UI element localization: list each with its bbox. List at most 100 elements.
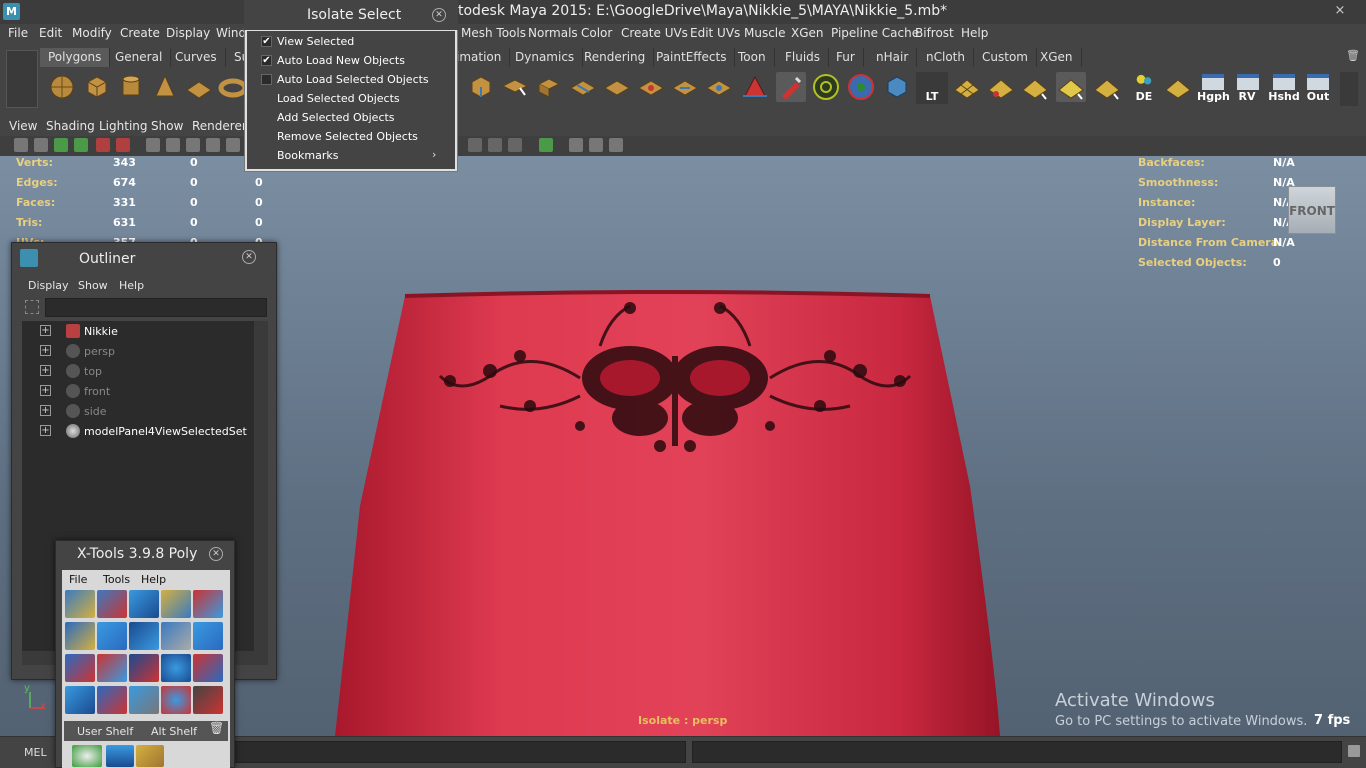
shelf-tab-ncloth[interactable]: nCloth (918, 48, 974, 67)
view-selected-checkbox[interactable]: ✔ (261, 36, 272, 47)
outliner-menu-display[interactable]: Display (28, 279, 69, 292)
menu-item-add-selected[interactable]: Add Selected Objects (277, 111, 395, 124)
shelf-tab-fluids[interactable]: Fluids (777, 48, 830, 67)
shelf-tab-painteffects[interactable]: PaintEffects (648, 48, 736, 67)
poly-sphere-icon[interactable] (47, 72, 77, 102)
xtools-tool-icon[interactable] (65, 654, 95, 682)
shelf-tab-dynamics[interactable]: Dynamics (507, 48, 584, 67)
menu-help[interactable]: Help (961, 26, 988, 40)
isolate-select-icon[interactable] (539, 138, 553, 152)
xtools-user-shelf-icon[interactable] (72, 745, 102, 767)
share-icon[interactable] (609, 138, 623, 152)
xtools-tool-icon[interactable] (129, 686, 159, 714)
select-camera-icon[interactable] (14, 138, 28, 152)
xtools-tab-alt-shelf[interactable]: Alt Shelf (151, 725, 197, 738)
xtools-tool-icon[interactable] (193, 590, 223, 618)
image-plane-icon[interactable] (74, 138, 88, 152)
xtools-tool-icon[interactable] (65, 590, 95, 618)
outliner-item-nikkie[interactable]: Nikkie (84, 325, 118, 338)
outliner-filter-icon[interactable] (25, 300, 39, 314)
extrude-icon[interactable] (466, 72, 496, 102)
shelf-scroll-arrows[interactable] (1340, 72, 1358, 106)
outliner-close-button[interactable]: ✕ (242, 250, 256, 264)
xtools-close-button[interactable]: ✕ (209, 547, 223, 561)
hshd-button[interactable]: Hshd (1267, 72, 1301, 104)
shelf-tab-rendering[interactable]: Rendering (576, 48, 655, 67)
outliner-item-selected-set[interactable]: modelPanel4ViewSelectedSet (84, 425, 247, 438)
expand-nikkie-icon[interactable]: + (40, 325, 51, 336)
shelf-tab-general[interactable]: General (107, 48, 172, 67)
uv-shell-icon[interactable] (1163, 72, 1193, 102)
panel-menu-lighting[interactable]: Lighting (99, 119, 148, 133)
sculpt-brush-icon[interactable] (776, 72, 806, 102)
outliner-menu-help[interactable]: Help (119, 279, 144, 292)
bookmark-icon[interactable] (54, 138, 68, 152)
xtools-user-shelf-icon[interactable] (136, 745, 164, 767)
xtools-tool-icon[interactable] (97, 686, 127, 714)
textured-icon[interactable] (508, 138, 522, 152)
viewcube[interactable]: FRONT (1288, 186, 1336, 234)
camera-attributes-icon[interactable] (34, 138, 48, 152)
xtools-tool-icon[interactable] (193, 686, 223, 714)
xtools-tool-icon[interactable] (129, 590, 159, 618)
expand-selected-set-icon[interactable]: + (40, 425, 51, 436)
menu-xgen[interactable]: XGen (791, 26, 824, 40)
xtools-tool-icon[interactable] (193, 622, 223, 650)
menu-edit-uvs[interactable]: Edit UVs (690, 26, 740, 40)
poly-cone-icon[interactable] (150, 72, 180, 102)
xtools-tool-icon[interactable] (161, 654, 191, 682)
hgph-button[interactable]: Hgph (1197, 72, 1230, 104)
xtools-menu-file[interactable]: File (69, 573, 87, 586)
split-polygon-icon[interactable] (568, 72, 598, 102)
shelf-tab-nhair[interactable]: nHair (868, 48, 918, 67)
menu-item-remove-selected[interactable]: Remove Selected Objects (277, 130, 418, 143)
xtools-tool-icon[interactable] (161, 590, 191, 618)
xtools-tool-icon[interactable] (65, 686, 95, 714)
outliner-menu-show[interactable]: Show (78, 279, 108, 292)
panel-menu-renderer[interactable]: Renderer (192, 119, 247, 133)
smooth-shade-icon[interactable] (468, 138, 482, 152)
isolate-select-close-button[interactable]: ✕ (432, 8, 446, 22)
auto-load-selected-checkbox[interactable] (261, 74, 272, 85)
lt-button[interactable]: LT (916, 72, 948, 104)
poly-cylinder-icon[interactable] (116, 72, 146, 102)
flat-shade-icon[interactable] (488, 138, 502, 152)
render-cube-icon[interactable] (882, 72, 912, 102)
uv-cut-icon[interactable] (1020, 72, 1050, 102)
menu-pipeline-cache[interactable]: Pipeline Cache (831, 26, 919, 40)
menu-file[interactable]: File (8, 26, 28, 40)
xray-joints-icon[interactable] (589, 138, 603, 152)
xtools-menu-tools[interactable]: Tools (103, 573, 130, 586)
xtools-trash-icon[interactable]: 🗑 (209, 721, 224, 735)
collapse-icon[interactable] (704, 72, 734, 102)
offset-edge-loop-icon[interactable] (636, 72, 666, 102)
gate-mask-icon[interactable] (206, 138, 220, 152)
xtools-tool-icon[interactable] (129, 622, 159, 650)
expand-front-icon[interactable]: + (40, 385, 51, 396)
field-chart-icon[interactable] (226, 138, 240, 152)
menu-muscle[interactable]: Muscle (744, 26, 786, 40)
bridge-icon[interactable] (500, 72, 530, 102)
panel-menu-view[interactable]: View (9, 119, 37, 133)
auto-load-new-checkbox[interactable]: ✔ (261, 55, 272, 66)
out-button[interactable]: Out (1303, 72, 1333, 104)
xtools-tool-icon[interactable] (65, 622, 95, 650)
shelf-tab-fur[interactable]: Fur (828, 48, 864, 67)
film-gate-icon[interactable] (166, 138, 180, 152)
append-polygon-icon[interactable] (534, 72, 564, 102)
menu-color[interactable]: Color (581, 26, 612, 40)
rv-button[interactable]: RV (1232, 72, 1262, 104)
outliner-search-input[interactable] (45, 298, 267, 317)
outliner-item-front[interactable]: front (84, 385, 110, 398)
expand-top-icon[interactable]: + (40, 365, 51, 376)
shelf-trash-icon[interactable]: 🗑 (1346, 49, 1360, 62)
outliner-vscrollbar[interactable] (254, 321, 268, 651)
grease-pencil-icon[interactable] (96, 138, 110, 152)
menu-create-uvs[interactable]: Create UVs (621, 26, 688, 40)
uv-sew-icon[interactable] (1056, 72, 1086, 102)
script-editor-icon[interactable] (1348, 745, 1360, 757)
xtools-tool-icon[interactable] (97, 622, 127, 650)
outliner-item-persp[interactable]: persp (84, 345, 115, 358)
shelf-menu-handle[interactable] (6, 50, 38, 108)
shelf-tab-custom[interactable]: Custom (974, 48, 1037, 67)
